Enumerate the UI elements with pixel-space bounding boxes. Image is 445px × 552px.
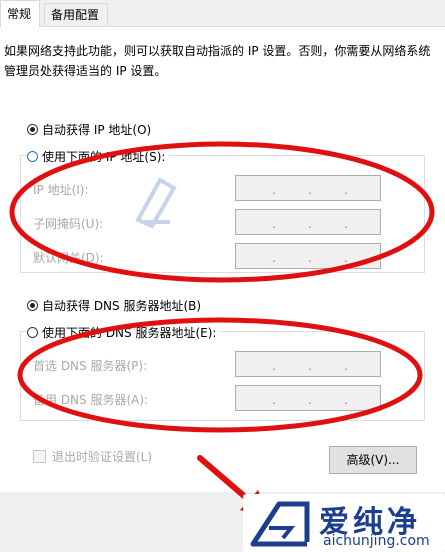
brand-logo: 爱纯净 aichunjing.com <box>243 494 445 552</box>
radio-manual-dns-indicator[interactable] <box>27 326 38 338</box>
ip-address-label: IP 地址(I): <box>33 183 89 197</box>
watermark-logo-icon <box>135 177 177 229</box>
tab-general-label: 常规 <box>7 7 32 21</box>
validate-on-exit-box[interactable] <box>33 450 46 463</box>
brand-url: aichunjing.com <box>323 533 430 549</box>
radio-manual-ip-label: 使用下面的 IP 地址(S): <box>42 149 166 164</box>
validate-on-exit-checkbox[interactable]: 退出时验证设置(L) <box>33 448 152 465</box>
preferred-dns-input[interactable]: ... <box>235 351 381 377</box>
ip-address-input[interactable]: ... <box>235 175 381 201</box>
radio-auto-dns-label: 自动获得 DNS 服务器地址(B) <box>42 298 202 313</box>
tab-general[interactable]: 常规 <box>0 0 40 27</box>
description-text: 如果网络支持此功能，则可以获取自动指派的 IP 设置。否则，你需要从网络系统管理… <box>4 44 431 78</box>
radio-manual-ip-indicator[interactable] <box>27 150 38 162</box>
radio-auto-ip-label: 自动获得 IP 地址(O) <box>42 122 152 137</box>
subnet-mask-label: 子网掩码(U): <box>33 217 104 231</box>
tab-alternate-config[interactable]: 备用配置 <box>44 3 108 25</box>
validate-on-exit-label: 退出时验证设置(L) <box>52 450 153 464</box>
radio-auto-ip[interactable]: 自动获得 IP 地址(O) <box>27 120 151 138</box>
advanced-button[interactable]: 高级(V)... <box>329 446 417 474</box>
default-gateway-label: 默认网关(D): <box>33 251 104 265</box>
alternate-dns-label: 备用 DNS 服务器(A): <box>33 393 149 407</box>
radio-auto-dns-indicator[interactable] <box>27 299 38 311</box>
tab-strip: 常规 备用配置 <box>0 0 445 27</box>
radio-manual-dns-label: 使用下面的 DNS 服务器地址(E): <box>42 325 217 340</box>
radio-auto-ip-indicator[interactable] <box>27 123 38 135</box>
default-gateway-input[interactable]: ... <box>235 243 381 269</box>
alternate-dns-input[interactable]: ... <box>235 385 381 411</box>
preferred-dns-label: 首选 DNS 服务器(P): <box>33 359 148 373</box>
brand-logo-icon <box>250 501 310 547</box>
subnet-mask-input[interactable]: ... <box>235 209 381 235</box>
radio-auto-dns[interactable]: 自动获得 DNS 服务器地址(B) <box>27 296 201 314</box>
radio-manual-ip[interactable]: 使用下面的 IP 地址(S): <box>27 147 170 165</box>
radio-manual-dns[interactable]: 使用下面的 DNS 服务器地址(E): <box>27 323 221 341</box>
tab-alternate-config-label: 备用配置 <box>51 8 100 22</box>
